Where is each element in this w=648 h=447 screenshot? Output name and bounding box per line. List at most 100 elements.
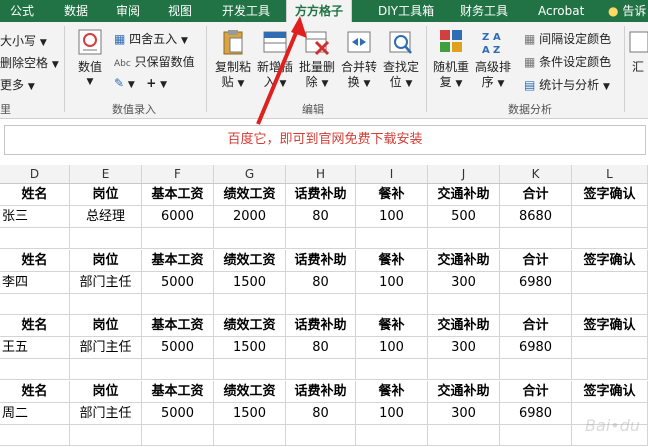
header-cell[interactable]: 绩效工资 [214,184,286,206]
data-cell[interactable] [572,337,648,359]
data-cell[interactable]: 周二 [0,403,70,425]
empty-cell[interactable] [500,228,572,249]
batch-delete-button[interactable]: 批量删 除 ▼ [296,28,338,92]
header-cell[interactable]: 交通补助 [428,250,500,272]
header-cell[interactable]: 签字确认 [572,381,648,403]
header-cell[interactable]: 合计 [500,250,572,272]
tell-me[interactable]: ● 告诉 [608,0,646,22]
numbers-button[interactable]: 数值 ▼ [72,28,108,90]
data-cell[interactable]: 6000 [142,206,214,228]
empty-cell[interactable] [142,359,214,380]
data-cell[interactable]: 5000 [142,272,214,294]
empty-cell[interactable] [286,294,356,315]
data-cell[interactable]: 6980 [500,337,572,359]
data-cell[interactable]: 总经理 [70,206,142,228]
data-cell[interactable]: 2000 [214,206,286,228]
header-cell[interactable]: 基本工资 [142,315,214,337]
header-cell[interactable]: 话费补助 [286,250,356,272]
merge-convert-button[interactable]: 合并转 换 ▼ [338,28,380,92]
data-cell[interactable]: 6980 [500,403,572,425]
empty-cell[interactable] [214,359,286,380]
header-cell[interactable]: 合计 [500,184,572,206]
data-cell[interactable]: 部门主任 [70,272,142,294]
data-cell[interactable]: 6980 [500,272,572,294]
header-cell[interactable]: 姓名 [0,315,70,337]
empty-cell[interactable] [0,359,70,380]
data-cell[interactable]: 王五 [0,337,70,359]
data-cell[interactable]: 100 [356,403,428,425]
column-header-f[interactable]: F [142,165,214,183]
tab-diy-toolbox[interactable]: DIY工具箱 [378,0,434,22]
header-cell[interactable]: 姓名 [0,184,70,206]
find-locate-button[interactable]: 查找定 位 ▼ [380,28,422,92]
tab-developer[interactable]: 开发工具 [222,0,270,22]
data-cell[interactable]: 80 [286,206,356,228]
data-cell[interactable]: 1500 [214,337,286,359]
data-cell[interactable]: 8680 [500,206,572,228]
data-cell[interactable]: 80 [286,403,356,425]
header-cell[interactable]: 岗位 [70,315,142,337]
tab-finance[interactable]: 财务工具 [460,0,508,22]
empty-cell[interactable] [142,294,214,315]
header-cell[interactable]: 交通补助 [428,315,500,337]
data-cell[interactable] [572,272,648,294]
header-cell[interactable]: 话费补助 [286,184,356,206]
data-cell[interactable]: 500 [428,206,500,228]
empty-cell[interactable] [0,228,70,249]
stats-analysis-button[interactable]: ▤ 统计与分析 ▼ [524,76,610,93]
header-cell[interactable]: 餐补 [356,315,428,337]
empty-cell[interactable] [500,294,572,315]
empty-cell[interactable] [572,228,648,249]
header-cell[interactable]: 合计 [500,381,572,403]
header-cell[interactable]: 姓名 [0,381,70,403]
data-cell[interactable]: 100 [356,272,428,294]
column-header-h[interactable]: H [286,165,356,183]
round-button[interactable]: ▦ 四舍五入 ▼ [114,30,188,47]
data-cell[interactable]: 80 [286,272,356,294]
header-cell[interactable]: 岗位 [70,184,142,206]
header-cell[interactable]: 姓名 [0,250,70,272]
empty-cell[interactable] [286,359,356,380]
empty-cell[interactable] [428,359,500,380]
empty-cell[interactable] [0,425,70,446]
empty-cell[interactable] [428,425,500,446]
data-cell[interactable]: 5000 [142,403,214,425]
empty-cell[interactable] [70,359,142,380]
data-cell[interactable]: 1500 [214,272,286,294]
header-cell[interactable]: 交通补助 [428,381,500,403]
tab-review[interactable]: 审阅 [116,0,140,22]
header-cell[interactable]: 签字确认 [572,184,648,206]
data-cell[interactable]: 部门主任 [70,337,142,359]
insert-button[interactable]: 新增插 入 ▼ [254,28,296,92]
empty-cell[interactable] [356,425,428,446]
empty-cell[interactable] [70,425,142,446]
empty-cell[interactable] [356,294,428,315]
header-cell[interactable]: 岗位 [70,250,142,272]
advanced-sort-button[interactable]: ZAAZ 高级排 序 ▼ [472,28,514,92]
empty-cell[interactable] [0,294,70,315]
summary-button[interactable]: 汇 [628,28,648,75]
case-button[interactable]: 大小写 ▼ [0,32,47,49]
header-cell[interactable]: 基本工资 [142,250,214,272]
data-cell[interactable]: 张三 [0,206,70,228]
header-cell[interactable]: 餐补 [356,381,428,403]
formula-input[interactable]: 百度它，即可到官网免费下载安装 [4,125,646,155]
empty-cell[interactable] [500,359,572,380]
empty-cell[interactable] [500,425,572,446]
header-cell[interactable]: 交通补助 [428,184,500,206]
empty-cell[interactable] [214,425,286,446]
empty-cell[interactable] [572,294,648,315]
column-header-l[interactable]: L [572,165,648,183]
header-cell[interactable]: 餐补 [356,250,428,272]
interval-color-button[interactable]: ▦ 间隔设定颜色 [524,30,611,47]
empty-cell[interactable] [214,228,286,249]
tab-view[interactable]: 视图 [168,0,192,22]
empty-cell[interactable] [286,228,356,249]
header-cell[interactable]: 绩效工资 [214,315,286,337]
header-cell[interactable]: 基本工资 [142,381,214,403]
data-cell[interactable]: 5000 [142,337,214,359]
data-cell[interactable]: 李四 [0,272,70,294]
data-cell[interactable]: 100 [356,337,428,359]
conditional-color-button[interactable]: ▦ 条件设定颜色 [524,53,611,70]
data-cell[interactable]: 1500 [214,403,286,425]
